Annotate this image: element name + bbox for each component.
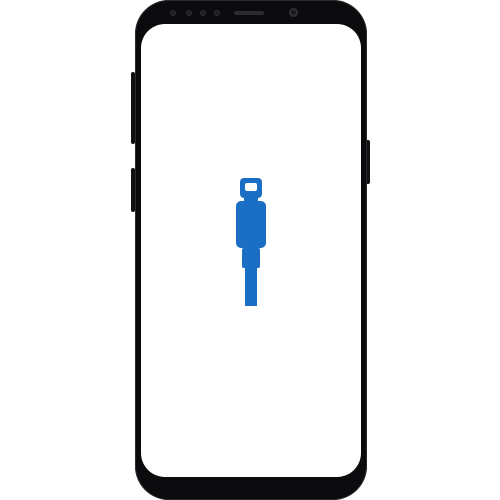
light-sensor	[200, 10, 206, 16]
stage	[0, 0, 500, 500]
iris-camera	[214, 10, 220, 16]
iris-sensor	[186, 10, 192, 16]
earpiece-speaker	[234, 11, 264, 15]
proximity-sensor	[170, 10, 176, 16]
lightning-cable-icon	[236, 178, 266, 306]
front-camera	[289, 8, 298, 17]
